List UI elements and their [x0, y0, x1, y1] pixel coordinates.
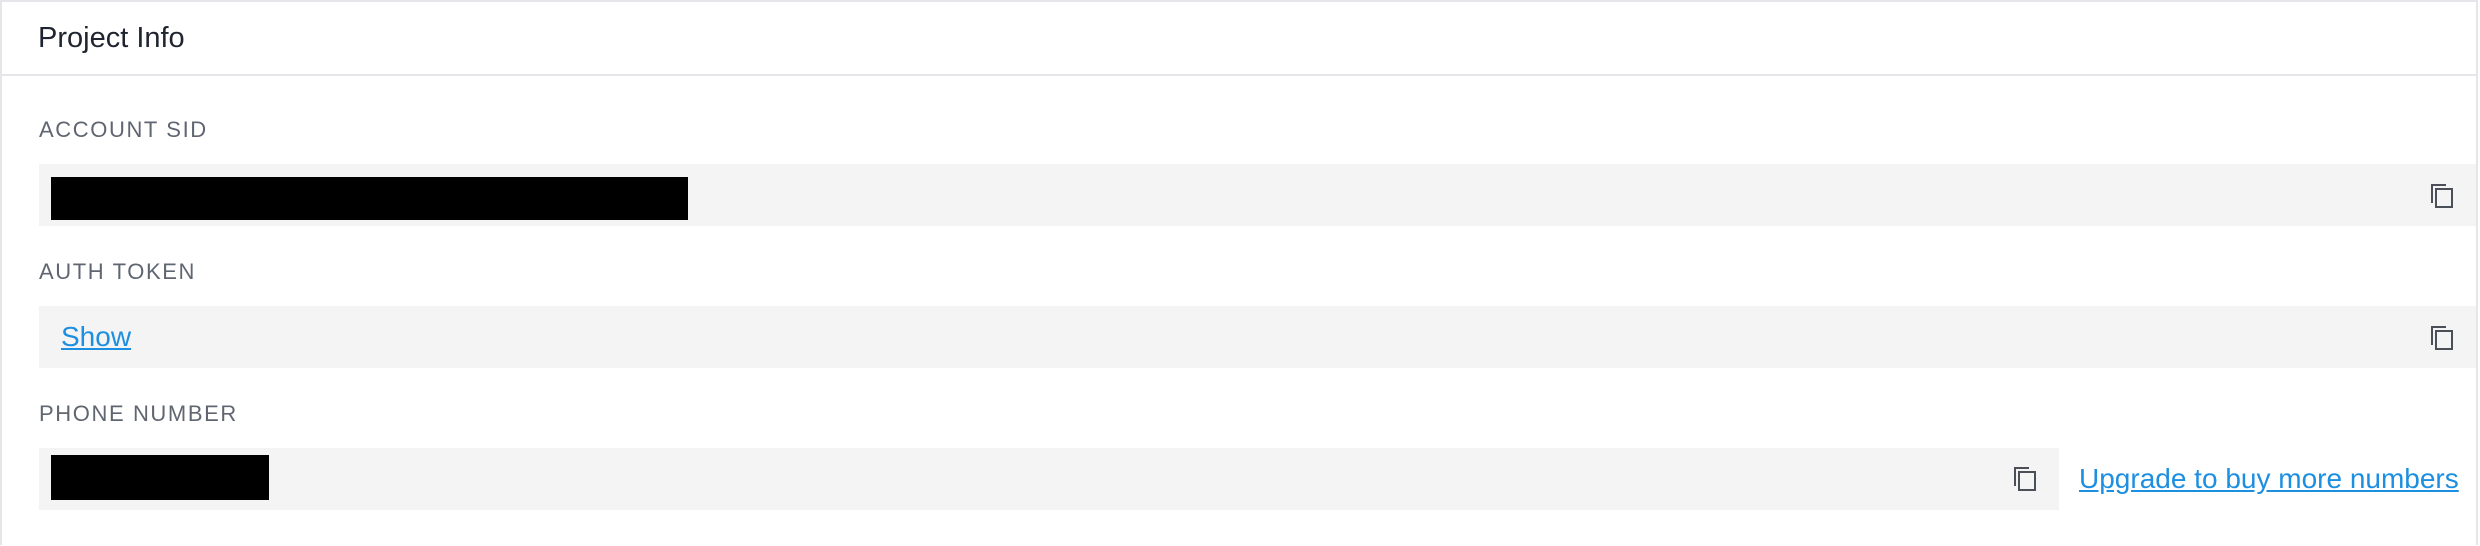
- copy-auth-token-button[interactable]: [2429, 323, 2457, 353]
- phone-number-redacted-value: [51, 455, 269, 500]
- account-sid-field[interactable]: [39, 164, 2476, 226]
- upgrade-numbers-link[interactable]: Upgrade to buy more numbers: [2079, 462, 2459, 496]
- phone-number-label: PHONE NUMBER: [39, 401, 238, 426]
- copy-phone-number-button[interactable]: [2012, 464, 2040, 494]
- panel-header: Project Info: [2, 2, 2476, 76]
- auth-token-field: Show: [39, 306, 2476, 368]
- project-info-panel: Project Info ACCOUNT SID AUTH TOKEN Show…: [0, 0, 2478, 545]
- copy-account-sid-button[interactable]: [2429, 181, 2457, 211]
- copy-icon: [2431, 326, 2453, 350]
- show-auth-token-link[interactable]: Show: [61, 320, 131, 354]
- copy-icon: [2431, 184, 2453, 208]
- account-sid-redacted-value: [51, 177, 688, 220]
- auth-token-label: AUTH TOKEN: [39, 259, 196, 284]
- panel-title: Project Info: [38, 22, 185, 54]
- copy-icon: [2014, 467, 2036, 491]
- account-sid-label: ACCOUNT SID: [39, 117, 208, 142]
- phone-number-field[interactable]: [39, 448, 2059, 510]
